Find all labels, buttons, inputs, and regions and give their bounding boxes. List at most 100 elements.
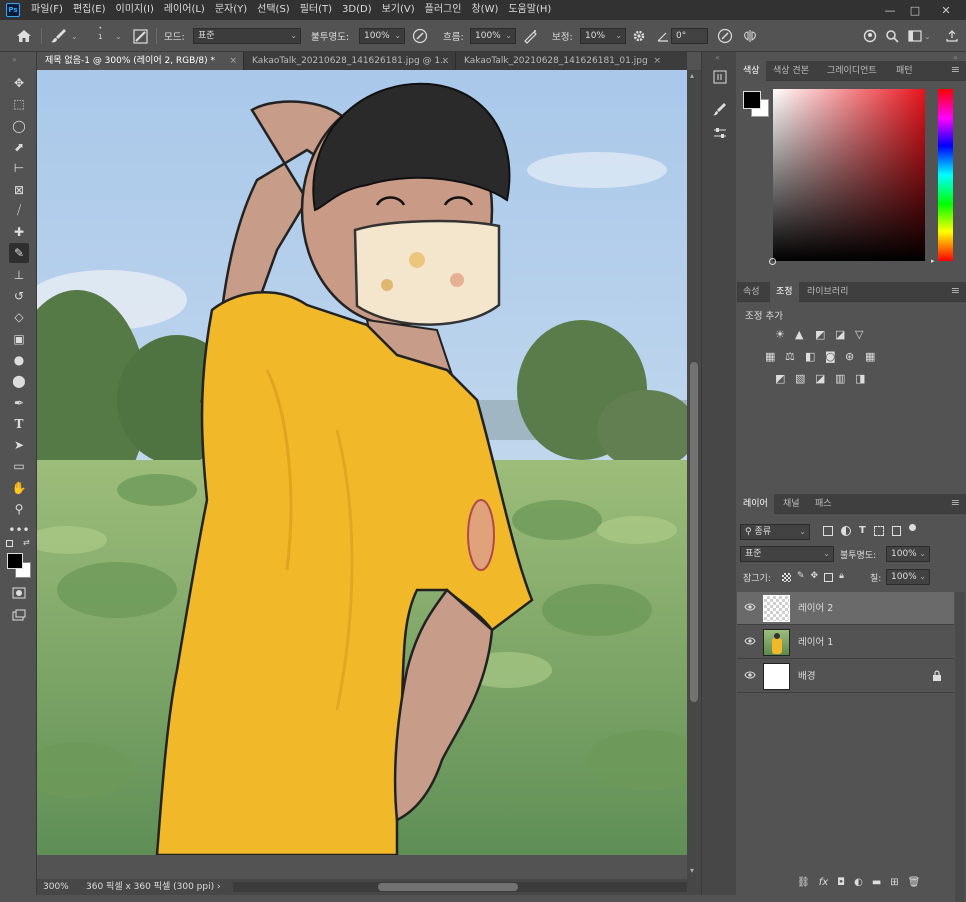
clone-stamp-tool-icon[interactable]: ⊥: [9, 265, 29, 285]
layer-blend-mode-select[interactable]: 표준 ⌄: [740, 546, 834, 562]
filter-smart-object-icon[interactable]: [891, 526, 901, 536]
history-panel-icon[interactable]: [712, 69, 728, 88]
layer-row[interactable]: 레이어 2: [737, 592, 954, 625]
mode-select[interactable]: 표준 ⌄: [193, 28, 301, 44]
menu-item-8[interactable]: 보기(V): [377, 0, 420, 20]
visibility-eye-icon[interactable]: [744, 670, 756, 683]
gear-icon[interactable]: [632, 27, 646, 45]
lock-position-icon[interactable]: ✥: [811, 571, 819, 582]
close-window-button[interactable]: ✕: [934, 0, 958, 20]
crop-tool-icon[interactable]: ⊢: [9, 158, 29, 178]
layer-style-icon[interactable]: fx: [819, 877, 828, 888]
curves-icon[interactable]: ◩: [815, 329, 827, 341]
menu-item-11[interactable]: 도움말(H): [503, 0, 556, 20]
workspace-icon[interactable]: ⌄: [908, 27, 931, 45]
pen-tool-icon[interactable]: ✒: [9, 393, 29, 413]
tab-document-3[interactable]: KakaoTalk_20210628_141626181_01.jpg ×: [455, 52, 667, 70]
hue-slider-handle[interactable]: ▸: [931, 257, 935, 265]
visibility-eye-icon[interactable]: [744, 636, 756, 649]
hue-saturation-icon[interactable]: ▦: [765, 351, 777, 363]
black-white-icon[interactable]: ◧: [805, 351, 817, 363]
swap-colors-icon[interactable]: ⇄: [23, 538, 30, 547]
color-lookup-icon[interactable]: ▦: [865, 351, 877, 363]
panel-menu-icon[interactable]: ≡: [951, 284, 960, 297]
color-swatches[interactable]: ⇄: [6, 538, 34, 580]
filter-toggle-icon[interactable]: [908, 524, 916, 531]
menu-item-6[interactable]: 필터(T): [295, 0, 337, 20]
minimize-button[interactable]: —: [878, 0, 902, 20]
close-tab-icon[interactable]: ×: [441, 52, 449, 70]
brightness-contrast-icon[interactable]: ☀: [775, 329, 787, 341]
marquee-tool-icon[interactable]: ⬚: [9, 94, 29, 114]
gradient-tool-icon[interactable]: ▣: [9, 329, 29, 349]
panel-menu-icon[interactable]: ≡: [951, 63, 960, 76]
hand-tool-icon[interactable]: ✋: [9, 478, 29, 498]
layer-row[interactable]: 배경: [737, 660, 954, 693]
zoom-tool-icon[interactable]: ⚲: [9, 499, 29, 519]
layer-filter-select[interactable]: ⚲ 종류 ⌄: [740, 524, 810, 540]
tab-layers[interactable]: 레이어: [737, 494, 774, 514]
new-adjustment-layer-icon[interactable]: ◐: [854, 877, 863, 888]
filter-type-icon[interactable]: T: [859, 526, 866, 536]
brush-angle-field[interactable]: 0°: [671, 28, 708, 44]
menu-item-5[interactable]: 선택(S): [252, 0, 295, 20]
lock-transparency-icon[interactable]: [782, 573, 791, 582]
tab-properties[interactable]: 속성: [737, 282, 766, 302]
tab-color[interactable]: 색상: [737, 61, 766, 81]
toolbar-collapse-icon[interactable]: »: [12, 55, 17, 64]
opacity-field[interactable]: 100% ⌄: [359, 28, 405, 44]
filter-adjustment-icon[interactable]: [841, 526, 851, 536]
tab-paths[interactable]: 패스: [809, 494, 838, 514]
home-icon[interactable]: [16, 27, 32, 45]
upload-icon[interactable]: [946, 27, 958, 45]
selective-color-icon[interactable]: ◨: [855, 373, 867, 385]
brush-tool-preset-icon[interactable]: ⌄: [50, 27, 78, 45]
status-arrow-icon[interactable]: ›: [217, 879, 221, 895]
tab-channels[interactable]: 채널: [777, 494, 806, 514]
delete-layer-icon[interactable]: 🗑︎: [908, 877, 921, 888]
history-brush-tool-icon[interactable]: ↺: [9, 286, 29, 306]
tab-libraries[interactable]: 라이브러리: [801, 282, 854, 302]
filter-pixel-icon[interactable]: [823, 526, 833, 536]
filter-shape-icon[interactable]: [873, 526, 884, 536]
invert-icon[interactable]: ◩: [775, 373, 787, 385]
object-selection-tool-icon[interactable]: ⬈: [9, 137, 29, 157]
layer-fill-field[interactable]: 100% ⌄: [886, 569, 930, 585]
menu-item-1[interactable]: 편집(E): [68, 0, 111, 20]
tab-adjustments[interactable]: 조정: [770, 282, 799, 302]
brush-size-dropdown-icon[interactable]: ⌄: [115, 27, 122, 45]
exposure-icon[interactable]: ◪: [835, 329, 847, 341]
color-panel-foreground-swatch[interactable]: [743, 91, 761, 109]
channel-mixer-icon[interactable]: ⊛: [845, 351, 857, 363]
layer-row[interactable]: 레이어 1: [737, 626, 954, 659]
lock-artboard-icon[interactable]: [824, 573, 834, 582]
quick-mask-icon[interactable]: [9, 583, 29, 603]
layer-opacity-field[interactable]: 100% ⌄: [886, 546, 930, 562]
maximize-button[interactable]: □: [903, 0, 927, 20]
foreground-color-swatch[interactable]: [7, 553, 23, 569]
tab-patterns[interactable]: 패턴: [890, 61, 919, 81]
link-layers-icon[interactable]: ⛓: [797, 877, 810, 888]
eyedropper-tool-icon[interactable]: ⧸: [9, 201, 29, 221]
dodge-tool-icon[interactable]: ⬤: [9, 371, 29, 391]
photo-filter-icon[interactable]: ◙: [825, 351, 837, 363]
tab-gradients[interactable]: 그레이디언트: [821, 61, 883, 81]
healing-brush-tool-icon[interactable]: ✚: [9, 222, 29, 242]
tab-document-1[interactable]: 제목 없음-1 @ 300% (레이어 2, RGB/8) * ×: [37, 52, 243, 70]
menu-item-3[interactable]: 레이어(L): [159, 0, 210, 20]
eraser-tool-icon[interactable]: ◇: [9, 307, 29, 327]
blur-tool-icon[interactable]: ●: [9, 350, 29, 370]
panel-menu-icon[interactable]: ≡: [951, 496, 960, 509]
scrollbar-thumb[interactable]: [378, 883, 518, 891]
zoom-level[interactable]: 300%: [43, 879, 69, 895]
pressure-size-icon[interactable]: [717, 27, 733, 45]
scrollbar-thumb[interactable]: [690, 362, 698, 702]
layers-scrollbar[interactable]: [955, 592, 965, 902]
new-group-icon[interactable]: ▬: [872, 877, 881, 888]
add-mask-icon[interactable]: ◘: [837, 877, 845, 888]
lasso-tool-icon[interactable]: ◯: [9, 116, 29, 136]
more-tools-icon[interactable]: •••: [8, 520, 29, 540]
gradient-map-icon[interactable]: ▥: [835, 373, 847, 385]
menu-item-10[interactable]: 창(W): [466, 0, 503, 20]
lock-all-icon[interactable]: 🔒︎: [839, 571, 844, 582]
